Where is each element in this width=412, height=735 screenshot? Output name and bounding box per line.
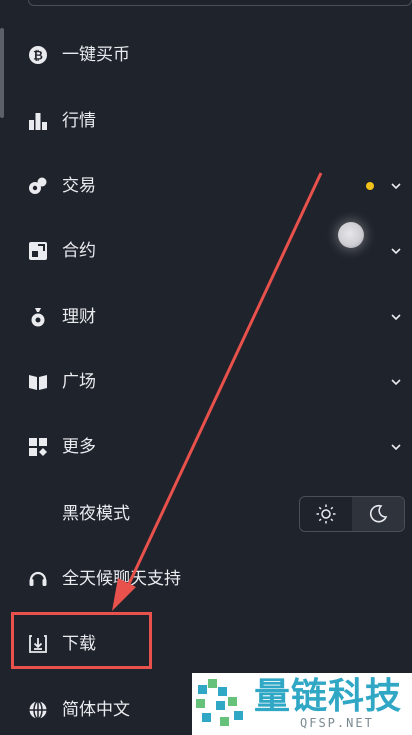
moon-icon[interactable]	[352, 497, 404, 531]
menu-item-earn[interactable]: 理财	[0, 295, 412, 339]
headset-icon	[28, 569, 48, 589]
menu-item-label: 黑夜模式	[62, 504, 130, 524]
chevron-down-icon[interactable]	[390, 311, 402, 323]
chevron-down-icon[interactable]	[390, 180, 402, 192]
chevron-down-icon[interactable]	[390, 376, 402, 388]
menu-item-more[interactable]: 更多	[0, 425, 412, 469]
contract-icon	[28, 241, 48, 261]
touch-cursor	[338, 222, 364, 248]
notification-dot	[366, 182, 374, 190]
menu-item-buy-crypto[interactable]: ₿ 一键买币	[0, 33, 412, 77]
menu-item-label: 全天候聊天支持	[62, 569, 181, 589]
menu-item-label: 简体中文	[62, 700, 130, 720]
menu-item-support[interactable]: 全天候聊天支持	[0, 557, 412, 601]
menu-item-markets[interactable]: 行情	[0, 99, 412, 143]
menu-item-label: 合约	[62, 241, 96, 261]
menu-item-label: 更多	[62, 437, 96, 457]
chevron-down-icon[interactable]	[390, 245, 402, 257]
watermark-logo-icon	[196, 679, 243, 726]
annotation-highlight-box	[11, 612, 152, 669]
sun-icon[interactable]	[300, 497, 352, 531]
menu-item-label: 一键买币	[62, 45, 130, 65]
svg-text:₿: ₿	[33, 49, 43, 63]
menu-item-square[interactable]: 广场	[0, 360, 412, 404]
watermark-subtitle: QFSP.NET	[300, 716, 374, 730]
bitcoin-icon: ₿	[28, 45, 48, 65]
book-icon	[28, 372, 48, 392]
menu-item-trade[interactable]: 交易	[0, 164, 412, 208]
chevron-down-icon[interactable]	[390, 441, 402, 453]
menu-item-label: 广场	[62, 372, 96, 392]
grid-icon	[28, 437, 48, 457]
money-bag-icon	[28, 307, 48, 327]
theme-toggle[interactable]	[299, 496, 405, 532]
trade-icon	[28, 176, 48, 196]
menu-item-label: 交易	[62, 176, 96, 196]
globe-icon	[28, 700, 48, 720]
watermark: 量链科技 QFSP.NET	[192, 673, 412, 735]
menu-item-label: 理财	[62, 307, 96, 327]
top-search-bar[interactable]	[28, 0, 412, 6]
bar-chart-icon	[28, 111, 48, 131]
watermark-title: 量链科技	[254, 676, 403, 717]
menu-item-label: 行情	[62, 111, 96, 131]
